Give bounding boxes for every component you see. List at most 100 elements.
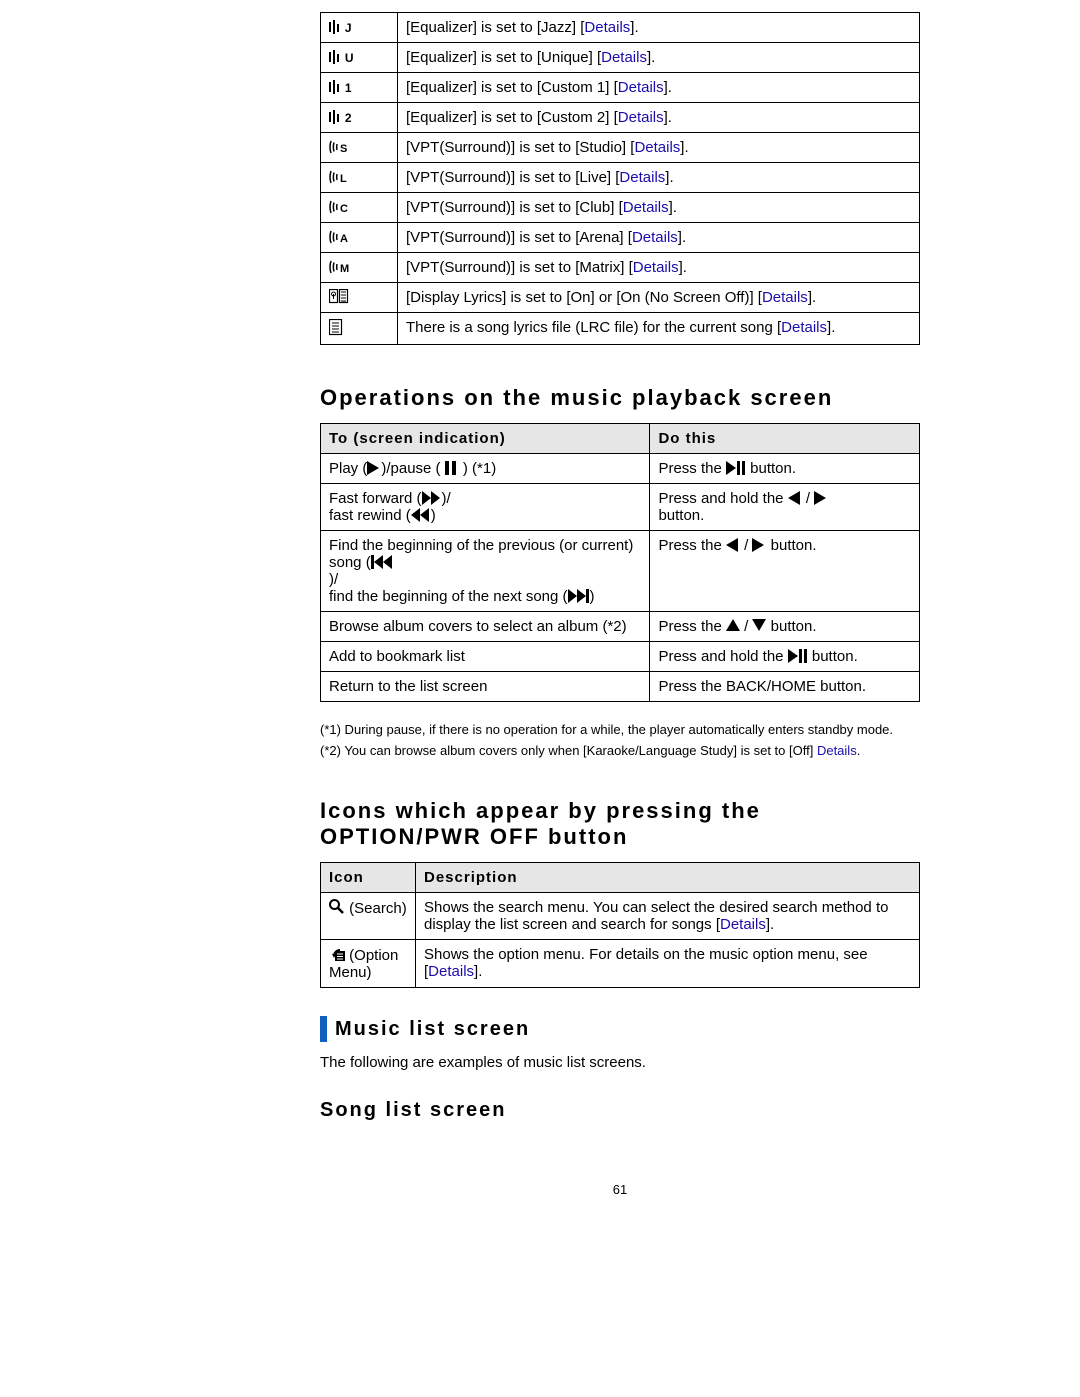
operation-action: Press the / button. <box>650 612 920 642</box>
vpt-icon <box>329 260 340 274</box>
indicator-row: U[Equalizer] is set to [Unique] [Details… <box>321 43 920 73</box>
search-icon <box>329 899 345 915</box>
details-link[interactable]: Details <box>428 963 474 980</box>
operations-heading: Operations on the music playback screen <box>320 385 920 411</box>
indicator-icon-cell: M <box>321 253 398 283</box>
operation-row: Add to bookmark listPress and hold the b… <box>321 642 920 672</box>
lrc-file-icon <box>329 319 343 336</box>
operation-indication: Fast forward ()/fast rewind () <box>321 484 650 531</box>
pause-icon <box>445 461 459 475</box>
rw-icon <box>411 508 431 522</box>
down-icon <box>752 619 766 633</box>
note-1: (*1) During pause, if there is no operat… <box>320 722 920 737</box>
indicator-desc-cell: [Equalizer] is set to [Custom 1] [Detail… <box>398 73 920 103</box>
operation-indication: Find the beginning of the previous (or c… <box>321 531 650 612</box>
eq-icon <box>329 110 341 124</box>
eq-icon <box>329 20 341 34</box>
indicator-desc-cell: [VPT(Surround)] is set to [Arena] [Detai… <box>398 223 920 253</box>
details-link[interactable]: Details <box>619 169 665 186</box>
operation-action: Press and hold the button. <box>650 642 920 672</box>
indicator-icon-cell: C <box>321 193 398 223</box>
note-2-end: . <box>857 743 861 758</box>
operation-indication: Browse album covers to select an album (… <box>321 612 650 642</box>
details-link[interactable]: Details <box>618 109 664 126</box>
details-link[interactable]: Details <box>633 259 679 276</box>
prev-icon <box>371 555 393 569</box>
eq-2-icon: 2 <box>329 109 352 125</box>
page-number: 61 <box>320 1182 920 1197</box>
vpt-a-icon: A <box>329 229 347 245</box>
display-lyrics-icon <box>329 289 349 304</box>
indicator-icon-cell: U <box>321 43 398 73</box>
vpt-icon <box>329 140 340 154</box>
indicator-icon-cell: 2 <box>321 103 398 133</box>
operations-table: To (screen indication)Do thisPlay ()/pau… <box>320 423 920 702</box>
details-link[interactable]: Details <box>634 139 680 156</box>
indicator-row: 2 [Equalizer] is set to [Custom 2] [Detai… <box>321 103 920 133</box>
indicator-desc-cell: [Equalizer] is set to [Custom 2] [Detail… <box>398 103 920 133</box>
details-link[interactable]: Details <box>781 319 827 336</box>
indicator-row: There is a song lyrics file (LRC file) f… <box>321 313 920 345</box>
option-icon-row: (Search)Shows the search menu. You can s… <box>321 893 920 940</box>
indicator-desc-cell: [Equalizer] is set to [Jazz] [Details]. <box>398 13 920 43</box>
details-link[interactable]: Details <box>632 229 678 246</box>
eq-icon <box>329 50 341 64</box>
indicator-desc-cell: [VPT(Surround)] is set to [Live] [Detail… <box>398 163 920 193</box>
details-link[interactable]: Details <box>584 19 630 36</box>
playpause-icon <box>726 461 746 475</box>
indicator-desc-cell: There is a song lyrics file (LRC file) f… <box>398 313 920 345</box>
details-link[interactable]: Details <box>618 79 664 96</box>
operation-action: Press the BACK/HOME button. <box>650 672 920 702</box>
indicator-row: C[VPT(Surround)] is set to [Club] [Detai… <box>321 193 920 223</box>
icons-header-left: Icon <box>321 863 416 893</box>
up-icon <box>726 619 740 633</box>
vpt-s-icon: S <box>329 139 347 155</box>
operation-row: Return to the list screenPress the BACK/… <box>321 672 920 702</box>
eq-j-icon: J <box>329 19 352 35</box>
icons-header-right: Description <box>416 863 920 893</box>
indicator-icon-cell <box>321 283 398 313</box>
left-icon <box>788 491 802 505</box>
option-icon-desc: Shows the option menu. For details on th… <box>416 940 920 988</box>
indicator-desc-cell: [VPT(Surround)] is set to [Studio] [Deta… <box>398 133 920 163</box>
play-icon <box>367 461 381 475</box>
details-link[interactable]: Details <box>720 916 766 933</box>
option-icon-row: (Option Menu)Shows the option menu. For … <box>321 940 920 988</box>
left-icon <box>726 538 740 552</box>
indicator-icon-cell: 1 <box>321 73 398 103</box>
operation-indication: Return to the list screen <box>321 672 650 702</box>
song-list-heading: Song list screen <box>320 1099 920 1122</box>
indicator-icon-cell: J <box>321 13 398 43</box>
details-link[interactable]: Details <box>623 199 669 216</box>
operation-row: Play ()/pause ( ) (*1)Press the button. <box>321 454 920 484</box>
indicators-table: J [Equalizer] is set to [Jazz] [Details].… <box>320 12 920 345</box>
indicator-desc-cell: [VPT(Surround)] is set to [Matrix] [Deta… <box>398 253 920 283</box>
ops-header-right: Do this <box>650 424 920 454</box>
option-icon-cell: (Search) <box>321 893 416 940</box>
indicator-row: M[VPT(Surround)] is set to [Matrix] [Det… <box>321 253 920 283</box>
eq-u-icon: U <box>329 49 354 65</box>
indicator-icon-cell: L <box>321 163 398 193</box>
indicator-icon-cell: S <box>321 133 398 163</box>
vpt-icon <box>329 230 340 244</box>
operation-row: Fast forward ()/fast rewind ()Press and … <box>321 484 920 531</box>
indicator-desc-cell: [VPT(Surround)] is set to [Club] [Detail… <box>398 193 920 223</box>
operation-row: Find the beginning of the previous (or c… <box>321 531 920 612</box>
note-2-prefix: (*2) You can browse album covers only wh… <box>320 743 817 758</box>
option-menu-icon <box>329 946 345 962</box>
operation-row: Browse album covers to select an album (… <box>321 612 920 642</box>
indicator-icon-cell <box>321 313 398 345</box>
details-link[interactable]: Details <box>601 49 647 66</box>
note-2-details-link[interactable]: Details <box>817 743 857 758</box>
indicator-row: S [VPT(Surround)] is set to [Studio] [Det… <box>321 133 920 163</box>
option-icons-table: IconDescription (Search)Shows the search… <box>320 862 920 988</box>
details-link[interactable]: Details <box>762 289 808 306</box>
vpt-l-icon: L <box>329 169 346 185</box>
option-icon-cell: (Option Menu) <box>321 940 416 988</box>
eq-icon <box>329 80 341 94</box>
indicator-row: [Display Lyrics] is set to [On] or [On (… <box>321 283 920 313</box>
indicator-row: L [VPT(Surround)] is set to [Live] [Detai… <box>321 163 920 193</box>
vpt-icon <box>329 200 340 214</box>
vpt-icon <box>329 170 340 184</box>
operation-action: Press and hold the / button. <box>650 484 920 531</box>
